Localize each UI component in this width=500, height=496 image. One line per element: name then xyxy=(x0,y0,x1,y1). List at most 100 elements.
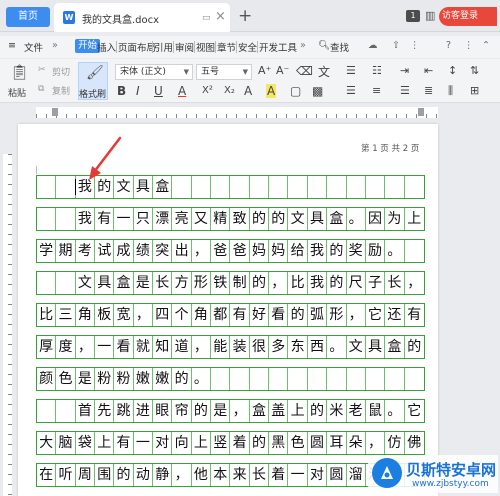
grid-cell[interactable]: 他 xyxy=(192,464,212,486)
tab-security[interactable]: 安全 xyxy=(238,40,257,54)
copy-button[interactable]: 复制 xyxy=(52,84,70,97)
grid-cell[interactable]: 爸 xyxy=(211,240,231,262)
grid-cell[interactable]: 本 xyxy=(211,464,231,486)
grid-cell[interactable]: 的 xyxy=(327,272,347,294)
bold-button[interactable]: B xyxy=(117,84,126,98)
grid-cell[interactable]: 静 xyxy=(153,464,173,486)
grid-cell[interactable]: 嫩 xyxy=(134,368,154,390)
tab-references[interactable]: 引用 xyxy=(154,40,173,54)
justify-icon[interactable]: ≣ xyxy=(424,84,433,97)
grid-cell[interactable]: 弧 xyxy=(308,304,328,326)
grid-cell[interactable]: 溜 xyxy=(347,464,366,486)
grid-cell[interactable]: 着 xyxy=(269,464,289,486)
grid-cell[interactable]: 期 xyxy=(56,240,76,262)
tab-developer-tools[interactable]: 开发工具 xyxy=(259,40,297,54)
grid-cell[interactable]: 爸 xyxy=(230,240,250,262)
grid-cell[interactable]: 成 xyxy=(114,240,134,262)
grid-cell[interactable]: 的 xyxy=(250,208,270,230)
grid-cell[interactable]: 角 xyxy=(192,304,212,326)
align-center-icon[interactable]: ≡ xyxy=(372,84,381,97)
grid-cell[interactable] xyxy=(269,176,289,198)
underline-button[interactable]: U xyxy=(154,84,163,98)
grid-cell[interactable]: 鼠 xyxy=(366,400,386,422)
grid-cell[interactable]: 妈 xyxy=(269,240,289,262)
grid-cell[interactable]: 东 xyxy=(288,336,308,358)
tab-insert[interactable]: 插入 xyxy=(97,40,116,54)
grid-cell[interactable] xyxy=(172,176,192,198)
grid-cell[interactable]: 佛 xyxy=(405,432,424,454)
grid-cell[interactable]: 仿 xyxy=(385,432,405,454)
grid-cell[interactable]: 装 xyxy=(230,336,250,358)
grid-cell[interactable]: 文 xyxy=(347,336,366,358)
grid-cell[interactable] xyxy=(37,272,57,294)
grid-cell[interactable]: 。 xyxy=(192,368,212,390)
list-bullet-icon[interactable]: ☰ xyxy=(346,64,356,77)
grid-cell[interactable] xyxy=(56,400,76,422)
grid-cell[interactable]: 亮 xyxy=(172,208,192,230)
help-icon[interactable]: ? xyxy=(446,40,451,51)
grid-cell[interactable]: 西 xyxy=(308,336,328,358)
font-name-select[interactable]: 宋体 (正文) ▼ xyxy=(115,64,193,80)
copy-icon[interactable]: ⧉ xyxy=(38,84,44,94)
grid-row[interactable]: 首先跳进眼帘的是，盒盖上的米老鼠。它 xyxy=(36,399,425,423)
grid-cell[interactable]: 对 xyxy=(153,432,173,454)
grid-cell[interactable] xyxy=(366,176,386,198)
grid-cell[interactable]: 竖 xyxy=(211,432,231,454)
cloud-icon[interactable]: ☁ xyxy=(368,40,378,51)
grid-cell[interactable]: 考 xyxy=(76,240,96,262)
grid-cell[interactable]: 着 xyxy=(230,432,250,454)
sort-icon[interactable]: ⇅ xyxy=(470,64,479,77)
grid-cell[interactable]: 的 xyxy=(250,432,270,454)
grid-cell[interactable]: 。 xyxy=(385,240,405,262)
grid-cell[interactable] xyxy=(327,176,347,198)
grid-cell[interactable]: 厚 xyxy=(37,336,57,358)
grid-cell[interactable] xyxy=(211,176,231,198)
grid-cell[interactable] xyxy=(308,176,328,198)
grid-cell[interactable] xyxy=(288,176,308,198)
grid-cell[interactable] xyxy=(56,272,76,294)
tab-page-layout[interactable]: 页面布局 xyxy=(118,40,156,54)
grid-cell[interactable] xyxy=(288,368,308,390)
grid-cell[interactable]: 脑 xyxy=(56,432,76,454)
grid-cell[interactable]: 上 xyxy=(405,208,424,230)
grid-cell[interactable] xyxy=(230,176,250,198)
grid-cell[interactable] xyxy=(405,176,424,198)
grid-cell[interactable]: 帘 xyxy=(172,400,192,422)
pinyin-icon[interactable]: 文 xyxy=(318,63,330,80)
grid-cell[interactable]: 度 xyxy=(56,336,76,358)
grid-cell[interactable]: 老 xyxy=(347,400,366,422)
grid-cell[interactable]: 动 xyxy=(134,464,154,486)
horizontal-ruler[interactable] xyxy=(0,104,500,120)
grid-cell[interactable]: 铁 xyxy=(211,272,231,294)
highlight-button[interactable]: A xyxy=(266,84,277,98)
grid-cell[interactable]: 的 xyxy=(405,336,424,358)
grid-cell[interactable]: ， xyxy=(192,240,212,262)
ribbon-nav-right-icon[interactable]: » xyxy=(300,40,306,51)
grid-cell[interactable]: 文 xyxy=(288,208,308,230)
grid-cell[interactable]: 妈 xyxy=(250,240,270,262)
grid-cell[interactable]: 盒 xyxy=(385,336,405,358)
grid-cell[interactable]: 漂 xyxy=(153,208,173,230)
char-shading-icon[interactable]: ▩ xyxy=(312,84,323,98)
line-spacing-icon[interactable]: ↕ xyxy=(448,64,457,77)
grid-cell[interactable]: 向 xyxy=(172,432,192,454)
grid-cell[interactable]: 具 xyxy=(308,208,328,230)
distribute-icon[interactable]: ⫼ xyxy=(448,84,453,98)
grid-cell[interactable]: 知 xyxy=(153,336,173,358)
grid-cell[interactable] xyxy=(37,176,57,198)
grid-cell[interactable]: 来 xyxy=(230,464,250,486)
grid-cell[interactable]: 粉 xyxy=(95,368,115,390)
share-icon[interactable]: ⇧ xyxy=(392,40,400,51)
grid-row[interactable]: 厚度，一看就知道，能装很多东西。文具盒的 xyxy=(36,335,425,359)
grid-cell[interactable] xyxy=(230,368,250,390)
grid-cell[interactable]: ， xyxy=(134,304,154,326)
grid-cell[interactable]: 只 xyxy=(134,208,154,230)
grid-cell[interactable]: 制 xyxy=(230,272,250,294)
grid-cell[interactable]: ， xyxy=(347,304,366,326)
grid-cell[interactable]: 耳 xyxy=(327,432,347,454)
grid-cell[interactable]: 听 xyxy=(56,464,76,486)
grid-cell[interactable]: 它 xyxy=(366,304,386,326)
grid-cell[interactable]: 周 xyxy=(76,464,96,486)
grid-row[interactable]: 我有一只漂亮又精致的的文具盒。因为上 xyxy=(36,207,425,231)
paste-button[interactable]: 粘贴 xyxy=(8,86,26,99)
